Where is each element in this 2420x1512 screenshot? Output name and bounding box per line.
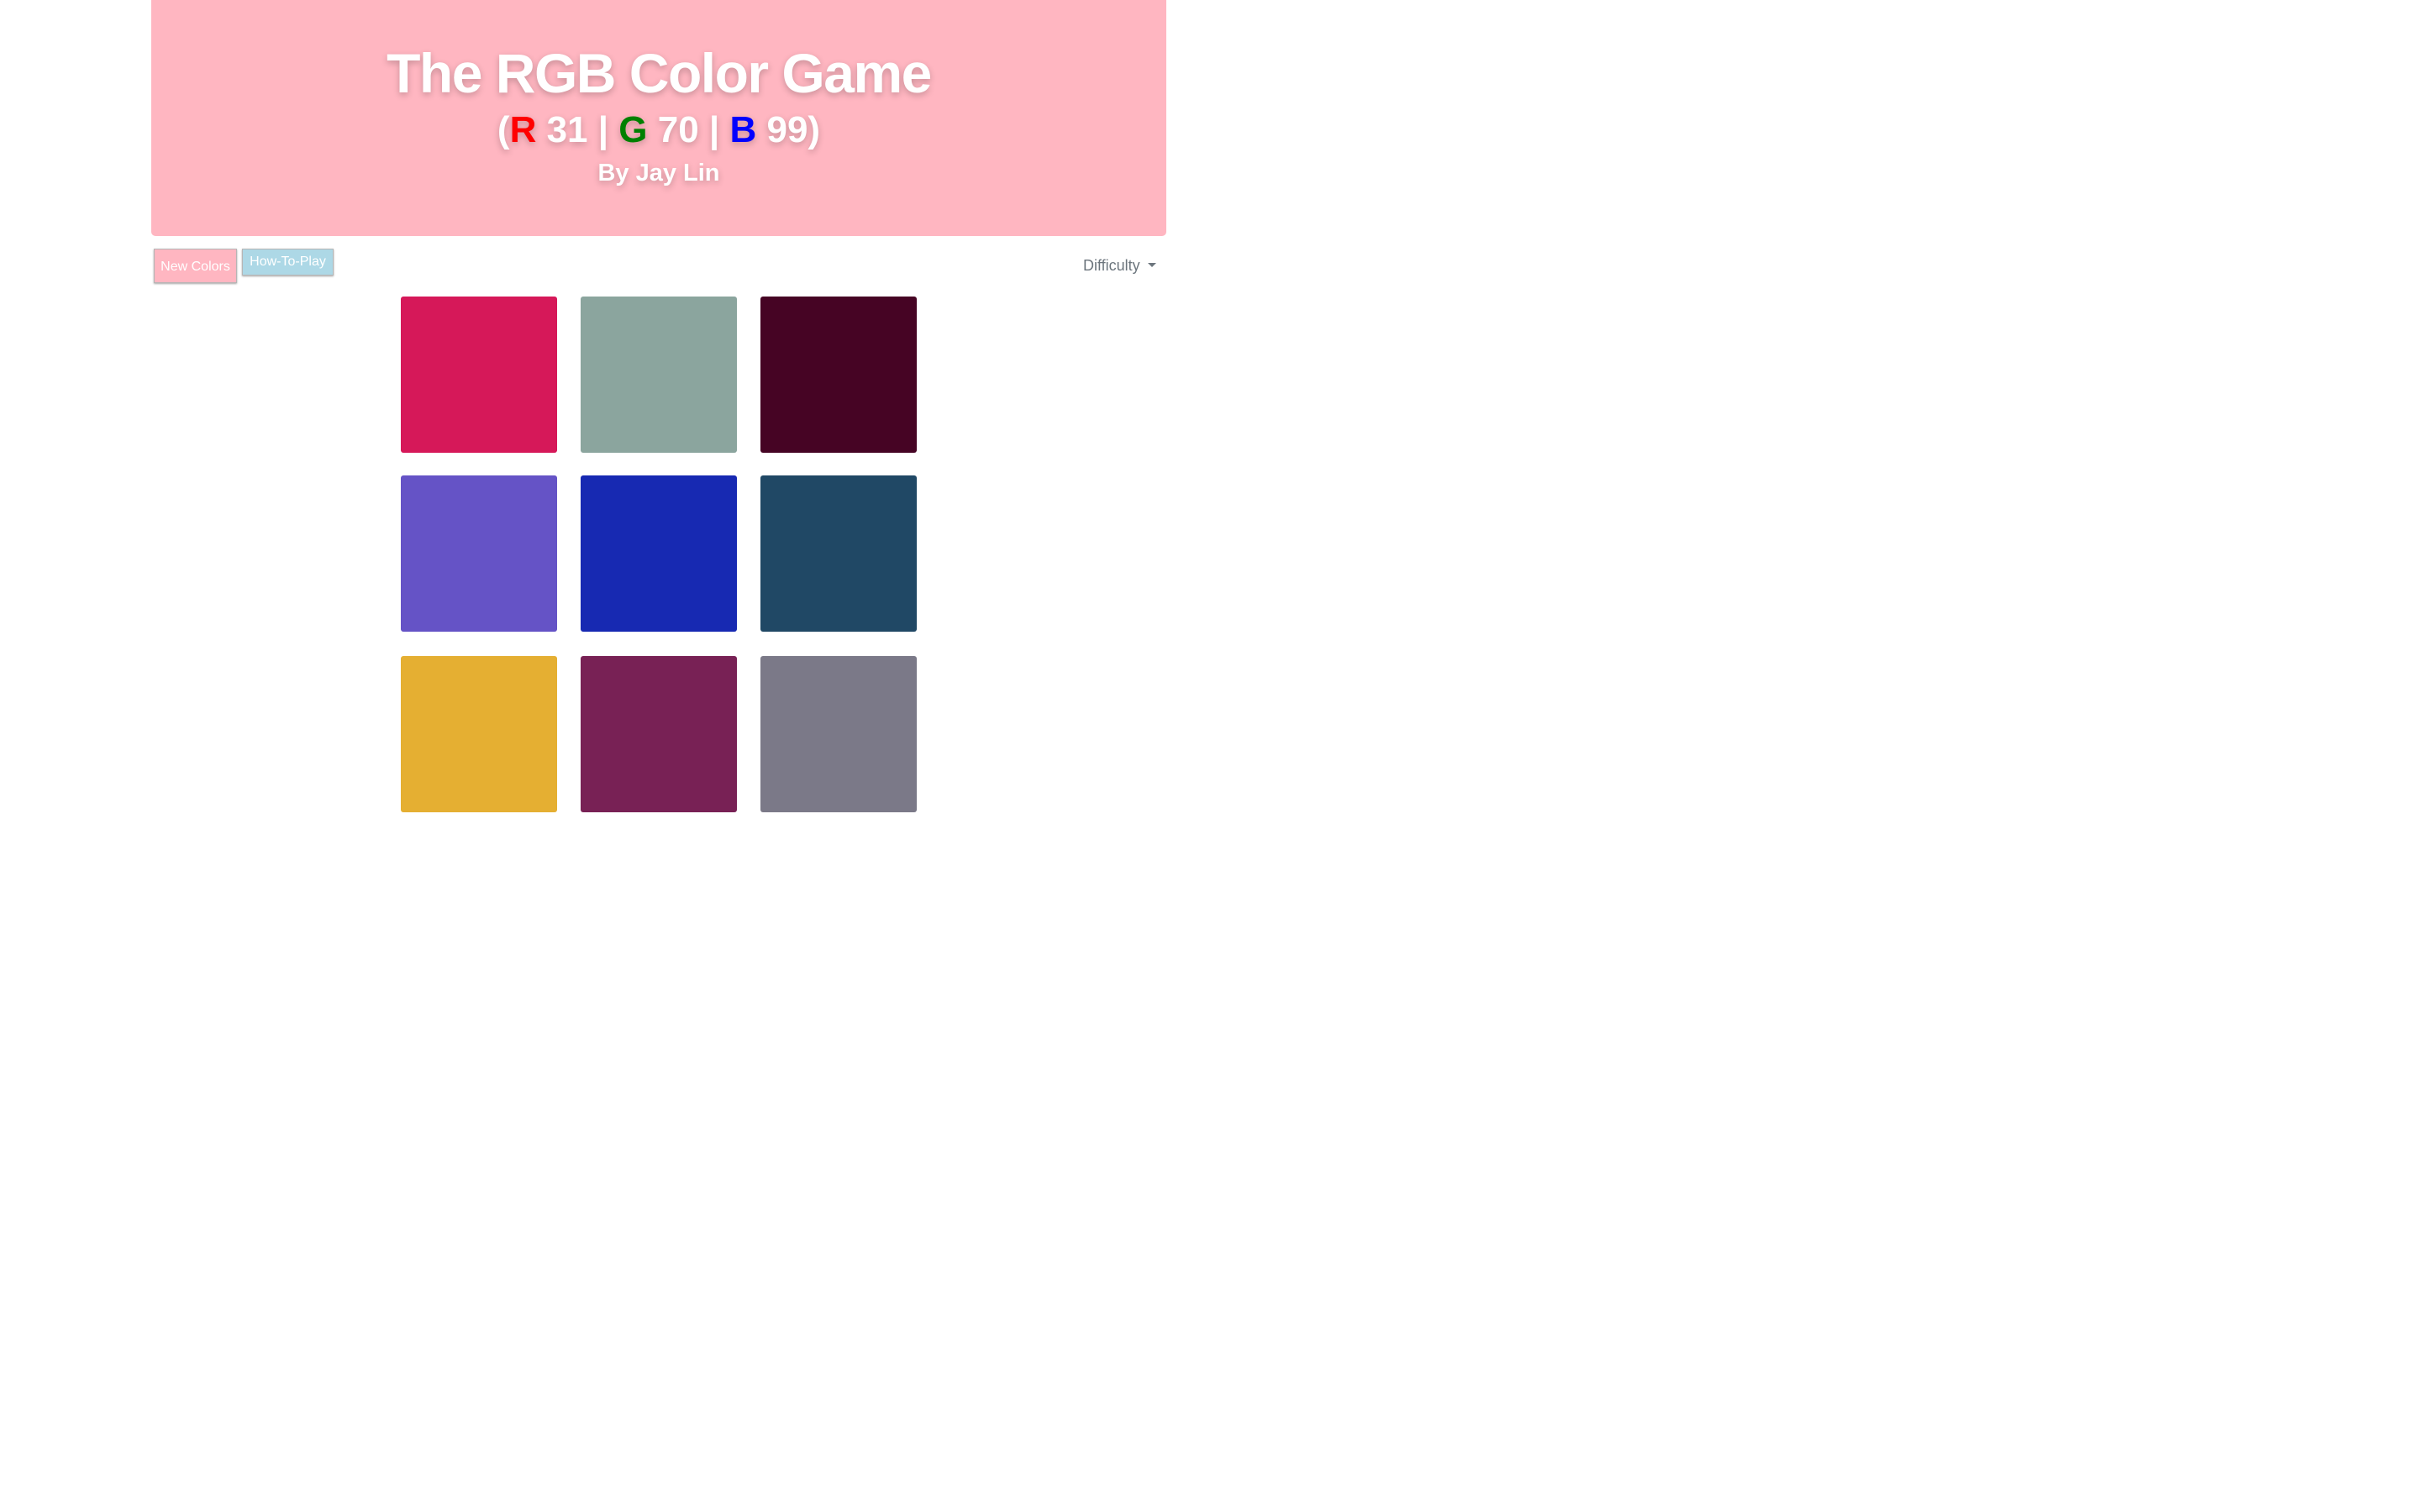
color-tile-grid bbox=[401, 297, 917, 812]
color-tile[interactable] bbox=[760, 475, 917, 632]
how-to-play-button[interactable]: How-To-Play bbox=[242, 249, 334, 276]
color-tile[interactable] bbox=[581, 297, 737, 453]
rgb-g-value: 70 | bbox=[647, 109, 730, 150]
page-title: The RGB Color Game bbox=[387, 42, 932, 104]
rgb-r-value: 31 | bbox=[536, 109, 619, 150]
new-colors-button[interactable]: New Colors bbox=[154, 249, 237, 283]
color-tile[interactable] bbox=[401, 656, 557, 812]
rgb-b-letter: B bbox=[729, 109, 757, 150]
color-tile[interactable] bbox=[581, 475, 737, 632]
color-tile[interactable] bbox=[581, 656, 737, 812]
rgb-b-value: 99 bbox=[756, 109, 808, 150]
target-rgb-display: (R 31 | G 70 | B 99) bbox=[151, 108, 1166, 153]
rgb-open-paren: ( bbox=[497, 109, 510, 150]
color-tile[interactable] bbox=[760, 297, 917, 453]
rgb-g-letter: G bbox=[618, 109, 648, 150]
color-tile[interactable] bbox=[401, 297, 557, 453]
difficulty-label: Difficulty bbox=[1083, 257, 1140, 274]
game-page: The RGB Color Game (R 31 | G 70 | B 99) … bbox=[0, 0, 1311, 819]
rgb-close-paren: ) bbox=[808, 109, 821, 150]
rgb-r-letter: R bbox=[509, 109, 537, 150]
color-tile[interactable] bbox=[760, 656, 917, 812]
color-tile[interactable] bbox=[401, 475, 557, 632]
header-banner: The RGB Color Game (R 31 | G 70 | B 99) … bbox=[151, 0, 1166, 236]
author-credit: By Jay Lin bbox=[597, 160, 720, 186]
caret-down-icon bbox=[1147, 263, 1156, 267]
difficulty-dropdown[interactable]: Difficulty bbox=[1083, 255, 1156, 276]
